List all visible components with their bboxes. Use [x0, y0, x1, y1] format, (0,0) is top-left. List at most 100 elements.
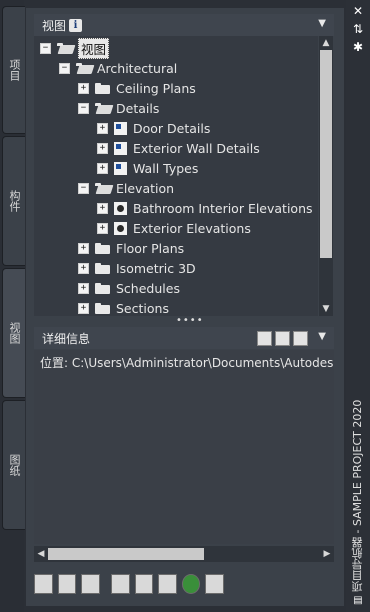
expand-icon[interactable]: +: [97, 222, 108, 234]
collapse-icon[interactable]: −: [78, 102, 89, 114]
views-tree: − 视图 − Architectural + Ceiling Plans − Details +…: [34, 36, 318, 316]
tree-node[interactable]: + Exterior Wall Details: [97, 138, 260, 158]
tree-node[interactable]: + Ceiling Plans: [78, 78, 196, 98]
details-menu-dropdown-icon[interactable]: ▼: [318, 331, 326, 342]
pin-icon[interactable]: ⇅: [351, 22, 365, 36]
details-mode-icon[interactable]: [275, 331, 290, 346]
tree-node[interactable]: − 视图: [40, 37, 110, 59]
tree-node-label: Wall Types: [133, 160, 199, 176]
scroll-left-arrow-icon[interactable]: ◀: [35, 548, 47, 560]
tree-node[interactable]: + Schedules: [78, 278, 180, 298]
zoom-to-icon[interactable]: [293, 331, 308, 346]
tab-project[interactable]: 项目: [2, 6, 25, 134]
location-path: 位置: C:\Users\Administrator\Documents\Aut…: [40, 356, 334, 370]
tree-node[interactable]: + Exterior Elevations: [97, 218, 251, 238]
tree-node[interactable]: + Floor Plans: [78, 238, 184, 258]
expand-icon[interactable]: +: [78, 82, 89, 94]
tree-node-label: Exterior Elevations: [133, 220, 251, 236]
properties-icon[interactable]: [158, 574, 177, 594]
scrollbar-thumb[interactable]: [48, 548, 204, 560]
scroll-right-arrow-icon[interactable]: ▶: [321, 548, 333, 560]
expand-icon[interactable]: +: [97, 202, 108, 214]
folder-icon: [95, 302, 110, 314]
expand-icon[interactable]: +: [97, 122, 108, 134]
expand-icon[interactable]: +: [78, 262, 89, 274]
tree-node-label: Exterior Wall Details: [133, 140, 260, 156]
expand-icon[interactable]: +: [78, 282, 89, 294]
tree-node[interactable]: − Architectural: [59, 58, 177, 78]
open-folder-icon: [57, 42, 72, 54]
splitter-grip[interactable]: ••••: [176, 316, 203, 326]
views-panel-title: 视图: [42, 18, 67, 33]
tree-node-label: Sections: [116, 300, 169, 316]
tree-node[interactable]: + Wall Types: [97, 158, 198, 178]
folder-icon: [95, 282, 110, 294]
tab-label: 视图: [8, 322, 21, 344]
details-content: 位置: C:\Users\Administrator\Documents\Aut…: [34, 350, 334, 544]
detail-view-icon: [114, 141, 127, 155]
folder-icon: [95, 242, 110, 254]
tree-node-label: Details: [116, 100, 160, 116]
tab-label: 项目: [8, 59, 21, 81]
tree-node-label: Architectural: [97, 60, 178, 76]
collapse-icon[interactable]: −: [59, 62, 70, 74]
preview-mode-icon[interactable]: [257, 331, 272, 346]
new-view-drawing-icon[interactable]: [57, 574, 77, 594]
tree-vertical-scrollbar[interactable]: ▲ ▼: [319, 36, 333, 316]
details-panel-title: 详细信息: [42, 331, 91, 346]
views-panel-header: 视图 i ▼: [34, 14, 334, 36]
tab-views[interactable]: 视图: [2, 268, 25, 398]
tree-node[interactable]: − Elevation: [78, 178, 174, 198]
details-panel: 详细信息 ▼: [34, 327, 334, 349]
new-view-icon[interactable]: [34, 574, 53, 594]
details-horizontal-scrollbar[interactable]: ◀ ▶: [34, 546, 334, 562]
collapse-icon[interactable]: −: [40, 42, 51, 54]
palette-menu-icon[interactable]: ▤: [351, 594, 365, 608]
tab-label: 图纸: [8, 454, 21, 476]
folder-icon: [95, 82, 110, 94]
detail-view-icon: [114, 161, 127, 175]
tree-node[interactable]: + Bathroom Interior Elevations: [97, 198, 313, 218]
scrollbar-thumb[interactable]: [320, 50, 332, 258]
folder-icon: [95, 262, 110, 274]
tree-node-label: Schedules: [116, 280, 180, 296]
details-panel-header: 详细信息 ▼: [34, 327, 334, 349]
expand-icon[interactable]: +: [97, 162, 108, 174]
tree-node-label: Floor Plans: [116, 240, 185, 256]
refresh-icon[interactable]: [181, 574, 201, 594]
open-folder-icon: [95, 182, 110, 194]
close-icon[interactable]: ✕: [351, 4, 365, 18]
show-drawings-icon[interactable]: [110, 574, 130, 594]
tree-node-label: Elevation: [116, 180, 175, 196]
detail-view-icon: [114, 121, 127, 135]
tab-sheets[interactable]: 图纸: [2, 400, 25, 530]
select-tool-icon[interactable]: [134, 574, 154, 594]
new-sheet-icon[interactable]: [81, 574, 100, 594]
tree-node[interactable]: + Sections: [78, 298, 169, 316]
tree-node-label: Ceiling Plans: [116, 80, 196, 96]
expand-icon[interactable]: +: [78, 302, 89, 314]
tree-node-label: Isometric 3D: [116, 260, 196, 276]
scroll-down-arrow-icon[interactable]: ▼: [319, 303, 333, 315]
palette-title: 项目导航器 - SAMPLE PROJECT 2020: [351, 399, 364, 592]
tree-node[interactable]: + Door Details: [97, 118, 210, 138]
panel-menu-dropdown-icon[interactable]: ▼: [318, 18, 326, 29]
bottom-toolbar: [34, 572, 224, 596]
gear-icon[interactable]: ✱: [351, 40, 365, 54]
tree-node-label: 视图: [78, 37, 110, 59]
palette-title-bar: ✕ ⇅ ✱ 项目导航器 - SAMPLE PROJECT 2020 ▤: [346, 0, 370, 612]
collapse-icon[interactable]: −: [78, 182, 89, 194]
expand-icon[interactable]: +: [97, 142, 108, 154]
more-icon[interactable]: [205, 574, 224, 594]
tree-node[interactable]: + Isometric 3D: [78, 258, 196, 278]
tab-constructs[interactable]: 构件: [2, 136, 25, 266]
open-folder-icon: [95, 102, 110, 114]
scroll-up-arrow-icon[interactable]: ▲: [319, 37, 333, 49]
tab-label: 构件: [8, 190, 21, 212]
info-icon[interactable]: i: [69, 18, 83, 32]
expand-icon[interactable]: +: [78, 242, 89, 254]
tree-node[interactable]: − Details: [78, 98, 159, 118]
tree-node-label: Door Details: [133, 120, 211, 136]
views-panel: 视图 i ▼: [34, 14, 334, 36]
vertical-tab-strip: 项目 构件 视图 图纸: [0, 0, 25, 612]
